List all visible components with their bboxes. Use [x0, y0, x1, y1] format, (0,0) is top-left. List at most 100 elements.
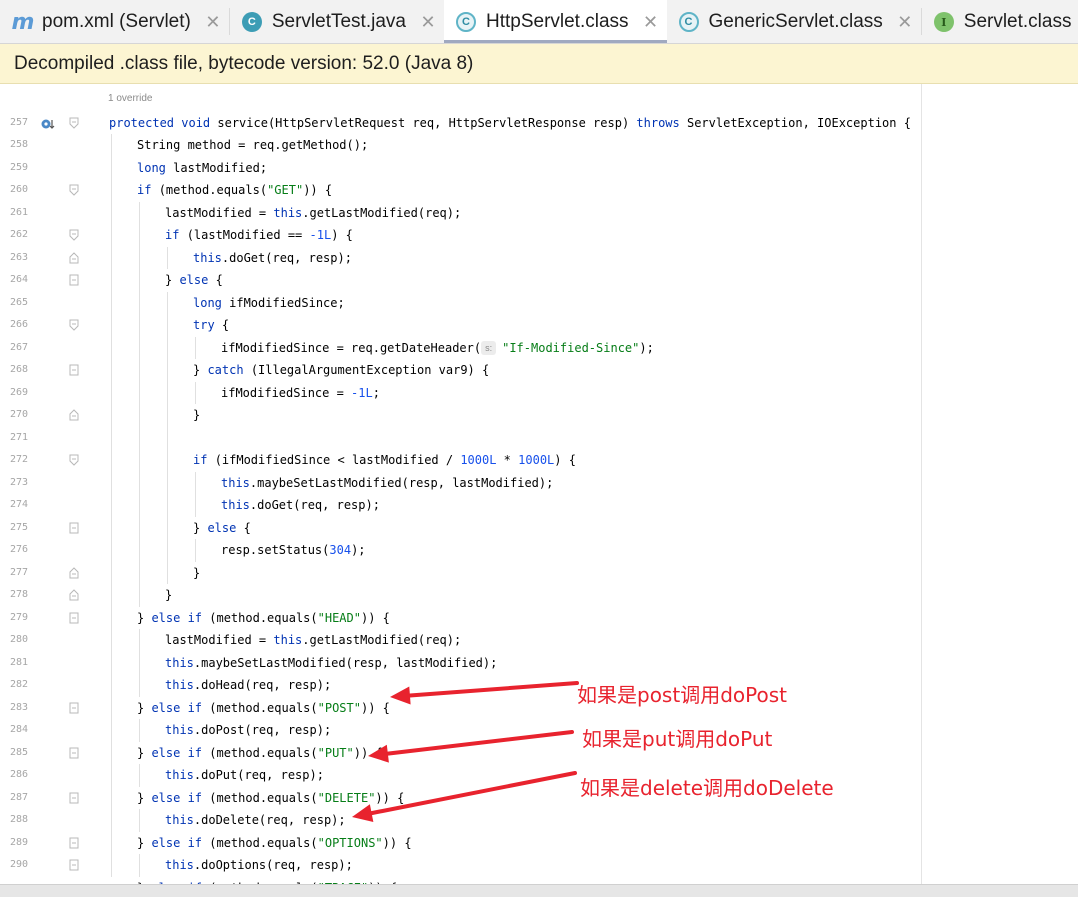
line-number[interactable]: 278	[0, 584, 28, 607]
code-line[interactable]: }	[193, 404, 200, 427]
line-number[interactable]: 264	[0, 269, 28, 292]
code-line[interactable]: if (lastModified == -1L) {	[165, 224, 353, 247]
override-gutter-icon[interactable]	[40, 116, 56, 130]
fold-marker-icon[interactable]	[69, 612, 79, 624]
code-line[interactable]: } catch (IllegalArgumentException var9) …	[193, 359, 489, 382]
line-number[interactable]	[0, 877, 28, 885]
code-line[interactable]: } else {	[165, 269, 223, 292]
line-number[interactable]: 287	[0, 787, 28, 810]
code-line[interactable]: try {	[193, 314, 229, 337]
code-line[interactable]: } else if (method.equals("DELETE")) {	[137, 787, 404, 810]
line-number[interactable]: 269	[0, 382, 28, 405]
code-line[interactable]: }	[165, 584, 172, 607]
horizontal-scrollbar[interactable]	[0, 884, 1078, 897]
code-line[interactable]: } else if (method.equals("POST")) {	[137, 697, 390, 720]
line-number[interactable]: 270	[0, 404, 28, 427]
fold-marker-icon[interactable]	[69, 364, 79, 376]
fold-marker-icon[interactable]	[69, 319, 79, 331]
line-number[interactable]: 288	[0, 809, 28, 832]
code-line[interactable]: } else {	[193, 517, 251, 540]
override-hint[interactable]: 1 override	[108, 93, 152, 104]
line-number[interactable]: 283	[0, 697, 28, 720]
code-line[interactable]: this.doGet(req, resp);	[193, 247, 352, 270]
line-number[interactable]: 290	[0, 854, 28, 877]
tab-servlettest-java[interactable]: C ServletTest.java ✕	[230, 0, 444, 43]
line-number[interactable]: 272	[0, 449, 28, 472]
tab-httpservlet-class[interactable]: C HttpServlet.class ✕	[443, 0, 667, 43]
fold-marker-icon[interactable]	[69, 274, 79, 286]
line-number[interactable]: 277	[0, 562, 28, 585]
line-number[interactable]: 267	[0, 337, 28, 360]
code-line[interactable]: String method = req.getMethod();	[137, 134, 368, 157]
fold-marker-icon[interactable]	[69, 837, 79, 849]
line-number[interactable]: 281	[0, 652, 28, 675]
code-line[interactable]: if (method.equals("GET")) {	[137, 179, 332, 202]
line-number[interactable]: 274	[0, 494, 28, 517]
code-editor[interactable]: 257 258 259 260 261 262 263 264 265 266 267 268 269 2…	[0, 84, 1078, 884]
line-number[interactable]: 280	[0, 629, 28, 652]
code-line[interactable]: } else if (method.equals("HEAD")) {	[137, 607, 390, 630]
code-line[interactable]: lastModified = this.getLastModified(req)…	[165, 629, 461, 652]
fold-marker-icon[interactable]	[69, 566, 79, 579]
line-number[interactable]: 259	[0, 157, 28, 180]
line-number[interactable]: 275	[0, 517, 28, 540]
line-number[interactable]: 284	[0, 719, 28, 742]
line-number[interactable]: 262	[0, 224, 28, 247]
fold-marker-icon[interactable]	[69, 409, 79, 421]
code-line[interactable]: this.doOptions(req, resp);	[165, 854, 353, 877]
code-line[interactable]: this.maybeSetLastModified(resp, lastModi…	[165, 652, 497, 675]
tab-servlet-class[interactable]: IServlet.class✕	[922, 0, 1078, 43]
fold-marker-icon[interactable]	[69, 251, 79, 264]
fold-marker-icon[interactable]	[69, 522, 79, 534]
line-number[interactable]: 257	[0, 112, 28, 135]
line-number[interactable]: 273	[0, 472, 28, 495]
code-line[interactable]: this.doPut(req, resp);	[165, 764, 324, 787]
code-line[interactable]: } else if (method.equals("TRACE")) {	[137, 877, 397, 885]
line-number[interactable]: 282	[0, 674, 28, 697]
fold-marker-icon[interactable]	[69, 859, 79, 871]
close-icon[interactable]: ✕	[897, 12, 913, 33]
line-number[interactable]: 258	[0, 134, 28, 157]
tab-pom-xml-servlet[interactable]: m pom.xml (Servlet) ✕	[0, 0, 229, 43]
code-line[interactable]: if (ifModifiedSince < lastModified / 100…	[193, 449, 576, 472]
code-line[interactable]: resp.setStatus(304);	[221, 539, 366, 562]
code-line[interactable]: this.maybeSetLastModified(resp, lastModi…	[221, 472, 553, 495]
code-line[interactable]: } else if (method.equals("OPTIONS")) {	[137, 832, 412, 855]
code-line[interactable]: this.doDelete(req, resp);	[165, 809, 346, 832]
code-line[interactable]: long lastModified;	[137, 157, 267, 180]
code-line[interactable]: protected void service(HttpServletReques…	[109, 112, 911, 135]
code-line[interactable]: this.doPost(req, resp);	[165, 719, 331, 742]
code-line[interactable]: long ifModifiedSince;	[193, 292, 345, 315]
close-icon[interactable]: ✕	[420, 12, 436, 33]
line-number[interactable]: 268	[0, 359, 28, 382]
line-number[interactable]: 260	[0, 179, 28, 202]
code-line[interactable]: ifModifiedSince = req.getDateHeader(s: "I…	[221, 337, 654, 360]
line-number[interactable]: 266	[0, 314, 28, 337]
code-line[interactable]: lastModified = this.getLastModified(req)…	[165, 202, 461, 225]
code-line[interactable]: this.doHead(req, resp);	[165, 674, 331, 697]
line-number[interactable]: 271	[0, 427, 28, 450]
fold-marker-icon[interactable]	[69, 184, 79, 196]
line-number[interactable]: 263	[0, 247, 28, 270]
code-line[interactable]: } else if (method.equals("PUT")) {	[137, 742, 383, 765]
tab-genericservlet-class[interactable]: C GenericServlet.class ✕	[667, 0, 921, 43]
line-number[interactable]: 289	[0, 832, 28, 855]
fold-marker-icon[interactable]	[69, 117, 79, 129]
line-number[interactable]: 276	[0, 539, 28, 562]
line-number[interactable]: 265	[0, 292, 28, 315]
code-line[interactable]: this.doGet(req, resp);	[221, 494, 380, 517]
fold-marker-icon[interactable]	[69, 589, 79, 601]
fold-marker-icon[interactable]	[69, 702, 79, 714]
line-number[interactable]: 285	[0, 742, 28, 765]
close-icon[interactable]: ✕	[205, 12, 221, 33]
fold-marker-icon[interactable]	[69, 747, 79, 759]
fold-marker-icon[interactable]	[69, 792, 79, 804]
code-line[interactable]: }	[193, 562, 200, 585]
code-line[interactable]: ifModifiedSince = -1L;	[221, 382, 380, 405]
line-number[interactable]: 286	[0, 764, 28, 787]
fold-marker-icon[interactable]	[69, 454, 79, 466]
line-number[interactable]: 261	[0, 202, 28, 225]
close-icon[interactable]: ✕	[643, 12, 659, 33]
fold-marker-icon[interactable]	[69, 229, 79, 241]
line-number[interactable]: 279	[0, 607, 28, 630]
